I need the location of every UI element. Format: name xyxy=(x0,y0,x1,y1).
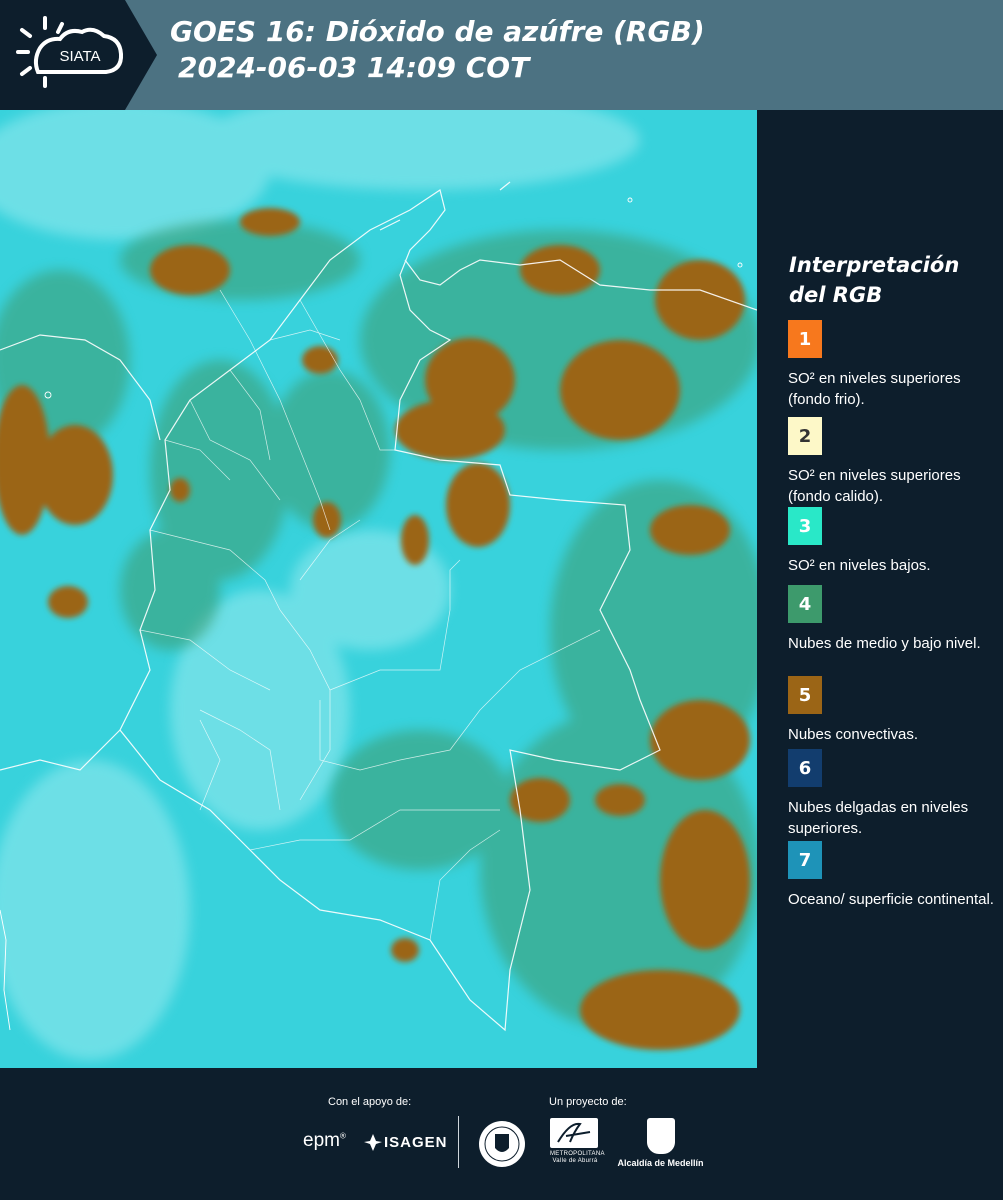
epm-logo[interactable]: epm® xyxy=(303,1130,346,1152)
area-metropolitana-line2: Valle de Aburrá xyxy=(552,1158,598,1164)
legend-swatch: 2 xyxy=(788,417,822,455)
legend-swatch: 1 xyxy=(788,320,822,358)
legend-item: 3 SO² en niveles bajos. xyxy=(788,507,998,576)
legend-item-label: Nubes convectivas. xyxy=(788,726,919,743)
legend-swatch: 7 xyxy=(788,841,822,879)
epm-logo-text: epm xyxy=(303,1130,340,1151)
legend-item: 6 Nubes delgadas en niveles superiores. xyxy=(788,749,998,839)
header: SIATA GOES 16: Dióxido de azúfre (RGB) 2… xyxy=(0,0,1003,110)
area-metropolitana-logo[interactable]: METROPOLITANA Valle de Aburrá xyxy=(550,1118,605,1165)
area-metropolitana-line1: METROPOLITANA xyxy=(550,1151,605,1157)
legend-item-label: Nubes delgadas en niveles superiores. xyxy=(788,799,969,837)
legend-panel: Interpretación del RGB 1 SO² en niveles … xyxy=(760,110,1003,1068)
isagen-logo-text: ISAGEN xyxy=(384,1133,448,1151)
legend-item: 5 Nubes convectivas. xyxy=(788,676,998,745)
legend-swatch: 3 xyxy=(788,507,822,545)
isagen-mark-icon xyxy=(364,1134,382,1151)
legend-item-label: SO² en niveles bajos. xyxy=(788,557,931,574)
legend-swatch: 6 xyxy=(788,749,822,787)
satellite-map[interactable] xyxy=(0,110,757,1068)
siata-logo[interactable]: SIATA xyxy=(0,0,160,110)
title-block: GOES 16: Dióxido de azúfre (RGB) 2024-06… xyxy=(170,14,705,86)
timestamp: 2024-06-03 14:09 COT xyxy=(178,51,530,84)
legend-item-label: Nubes de medio y bajo nivel. xyxy=(788,635,981,652)
siata-logo-text: SIATA xyxy=(59,48,100,65)
alcaldia-logo[interactable]: Alcaldía de Medellín xyxy=(613,1118,708,1168)
isagen-logo[interactable]: ISAGEN xyxy=(362,1132,448,1152)
area-metropolitana-mark-icon xyxy=(550,1118,598,1148)
registered-mark: ® xyxy=(339,1131,346,1141)
legend-swatch: 5 xyxy=(788,676,822,714)
coat-of-arms-icon xyxy=(646,1118,675,1154)
legend-item: 4 Nubes de medio y bajo nivel. xyxy=(788,585,998,654)
legend-title: Interpretación del RGB xyxy=(789,253,960,307)
footer: Con el apoyo de: Un proyecto de: epm® IS… xyxy=(0,1068,1003,1200)
project-label: Un proyecto de: xyxy=(549,1096,627,1108)
footer-divider xyxy=(458,1116,459,1168)
legend-item-label: Oceano/ superficie continental. xyxy=(788,891,994,908)
legend-item-label: SO² en niveles superiores (fondo calido)… xyxy=(788,467,961,505)
alcaldia-name: Alcaldía de Medellín xyxy=(617,1158,704,1168)
legend-item: 2 SO² en niveles superiores (fondo calid… xyxy=(788,417,998,507)
legend-item-label: SO² en niveles superiores (fondo frio). xyxy=(788,370,961,408)
support-label: Con el apoyo de: xyxy=(328,1096,412,1108)
legend-item: 1 SO² en niveles superiores (fondo frio)… xyxy=(788,320,998,410)
legend-item: 7 Oceano/ superficie continental. xyxy=(788,841,998,910)
page-title: GOES 16: Dióxido de azúfre (RGB) xyxy=(170,15,705,48)
university-seal-icon[interactable] xyxy=(478,1120,526,1168)
legend-swatch: 4 xyxy=(788,585,822,623)
